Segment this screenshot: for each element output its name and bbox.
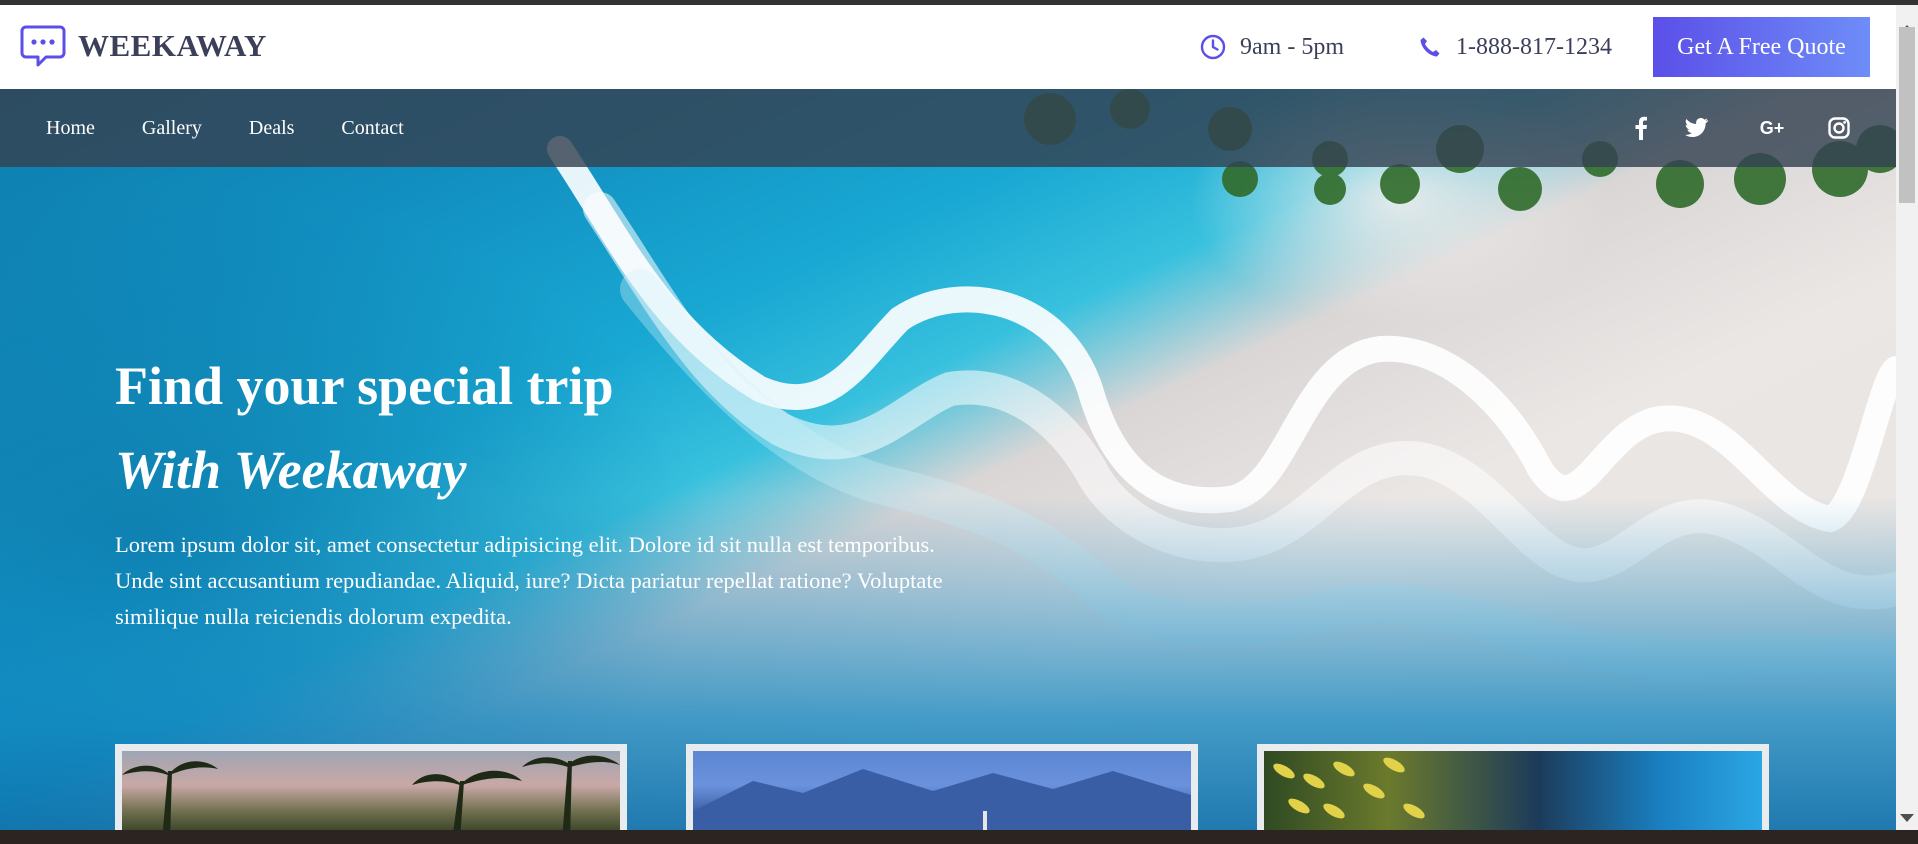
facebook-icon[interactable] [1629,116,1653,140]
trip-card-underwater[interactable] [1257,744,1769,830]
scrollbar-thumb[interactable] [1899,27,1915,203]
site-header: WEEKAWAY 9am - 5pm 1-888-817-1234 Get A … [0,5,1896,89]
nav-gallery[interactable]: Gallery [142,117,202,140]
main-nav: Home Gallery Deals Contact G+ [0,89,1896,167]
nav-links: Home Gallery Deals Contact [46,89,451,167]
palm-trees-icon [122,755,620,830]
trip-card-mountain-lake[interactable] [686,744,1198,830]
twitter-icon[interactable] [1685,116,1709,140]
phone-number[interactable]: 1-888-817-1234 [1418,5,1612,89]
nav-deals[interactable]: Deals [249,117,295,140]
brand-name: WEEKAWAY [78,28,267,63]
get-quote-button[interactable]: Get A Free Quote [1653,17,1870,77]
phone-icon [1418,35,1442,59]
hours-text: 9am - 5pm [1240,33,1344,60]
instagram-icon[interactable] [1827,116,1851,140]
logo[interactable]: WEEKAWAY [20,24,267,68]
hero-section: Home Gallery Deals Contact G+ Find your … [0,89,1896,830]
scroll-down-arrow-icon[interactable] [1900,814,1914,822]
trip-card-palm-beach[interactable] [115,744,627,830]
hero-description: Lorem ipsum dolor sit, amet consectetur … [115,532,943,629]
mountains-icon [693,769,1191,830]
nav-home[interactable]: Home [46,117,95,140]
hero-title: Find your special trip [115,356,614,416]
fish-icon [1273,757,1425,819]
google-plus-icon[interactable]: G+ [1760,116,1785,140]
window-bottom-edge [0,830,1918,844]
clock-icon [1200,34,1226,60]
hero-subtitle: With Weekaway [115,440,467,500]
nav-contact[interactable]: Contact [341,117,403,140]
chat-bubble-icon [20,24,66,68]
opening-hours: 9am - 5pm [1200,5,1344,89]
phone-text: 1-888-817-1234 [1456,33,1612,60]
